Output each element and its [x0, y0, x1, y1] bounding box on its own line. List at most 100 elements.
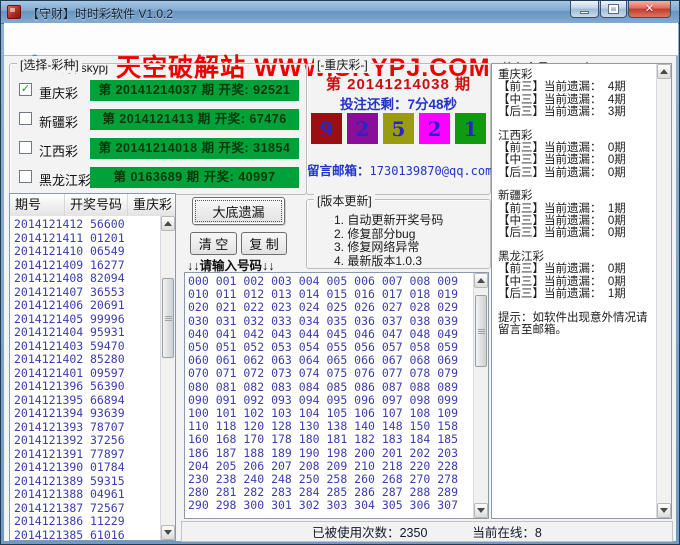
table-row[interactable]: 201412140495931: [10, 326, 160, 340]
number-scrollbar[interactable]: [473, 273, 488, 518]
table-row[interactable]: 201412140620691: [10, 299, 160, 313]
omission-line: 【中三】当前遗漏： 0期: [498, 215, 650, 227]
table-row[interactable]: 201412140599996: [10, 313, 160, 327]
cell-issue: 2014121395: [10, 394, 90, 408]
table-row[interactable]: 201412140285280: [10, 353, 160, 367]
omission-panel[interactable]: 重庆彩【前三】当前遗漏： 4期【中三】当前遗漏： 4期【后三】当前遗漏： 3期江…: [491, 63, 672, 519]
table-row[interactable]: 201412139237256: [10, 434, 160, 448]
draw-countdown: 投注还剩：7分48秒: [307, 93, 490, 113]
table-row[interactable]: 201412140109597: [10, 367, 160, 381]
cell-number: 66894: [90, 394, 125, 408]
number-scroll-down-button[interactable]: [474, 503, 488, 518]
omission-line: 【前三】当前遗漏： 0期: [498, 142, 650, 154]
omission-line: 【前三】当前遗漏： 4期: [498, 81, 650, 93]
table-row[interactable]: 201412139378707: [10, 421, 160, 435]
table-row[interactable]: 201412138804961: [10, 488, 160, 502]
omission-button[interactable]: 大底遗漏: [192, 197, 285, 225]
omission-line: 【后三】当前遗漏： 1期: [498, 288, 650, 300]
table-row[interactable]: 201412139001784: [10, 461, 160, 475]
lottery-select-group: [选择-彩种] ✓重庆彩第 20141214037 期 开奖: 92521新疆彩…: [9, 63, 307, 195]
omission-line: 【前三】当前遗漏： 1期: [498, 203, 650, 215]
lottery-label: 新疆彩: [39, 112, 78, 131]
cell-number: 78707: [90, 421, 125, 435]
table-row[interactable]: 201412141101201: [10, 232, 160, 246]
scroll-down-icon: [164, 530, 172, 535]
number-scroll-down-icon: [477, 508, 485, 513]
lottery-row: 新疆彩第 2014121413 期 开奖: 67476: [10, 109, 306, 131]
omission-line: 【后三】当前遗漏： 0期: [498, 227, 650, 239]
cell-issue: 2014121405: [10, 313, 90, 327]
email-value: 1730139870@qq.com: [370, 164, 493, 178]
table-row[interactable]: 201412141256600: [10, 218, 160, 232]
lottery-select-legend: [选择-彩种]: [17, 56, 82, 73]
cell-number: 37256: [90, 434, 125, 448]
copy-button[interactable]: 复 制: [241, 232, 287, 255]
omission-line: 【中三】当前遗漏： 0期: [498, 154, 650, 166]
header-lottery[interactable]: 重庆彩: [128, 194, 175, 216]
cell-issue: 2014121394: [10, 407, 90, 421]
table-row[interactable]: 201412138772567: [10, 502, 160, 516]
version-notes: 1. 自动更新开奖号码 2. 修复部分bug 3. 修复网络异常 4. 最新版本…: [334, 214, 443, 268]
draw-ball-5: 1: [455, 113, 486, 144]
table-row[interactable]: 201412140882094: [10, 272, 160, 286]
lottery-result-bar: 第 20141214037 期 开奖: 92521: [90, 80, 299, 101]
cell-issue: 2014121408: [10, 272, 90, 286]
cell-issue: 2014121389: [10, 475, 90, 489]
table-row[interactable]: 201412138611229: [10, 515, 160, 529]
table-row[interactable]: 201412138561016: [10, 529, 160, 541]
table-scrollbar[interactable]: [160, 216, 175, 540]
table-row[interactable]: 201412139493639: [10, 407, 160, 421]
lottery-result-bar: 第 20141214018 期 开奖: 31854: [90, 138, 299, 159]
lottery-checkbox-4[interactable]: [19, 170, 32, 183]
cell-issue: 2014121392: [10, 434, 90, 448]
draw-ball-4: 2: [419, 113, 450, 144]
table-row[interactable]: 201412141006549: [10, 245, 160, 259]
table-row[interactable]: 201412139177897: [10, 448, 160, 462]
cell-number: 01784: [90, 461, 125, 475]
header-issue[interactable]: 期号: [10, 194, 65, 216]
title-bar[interactable]: 【守财】时时彩软件 V1.0.2 ✕: [1, 1, 679, 24]
minimize-button[interactable]: [570, 1, 599, 18]
lottery-checkbox-1[interactable]: ✓: [19, 83, 32, 96]
scroll-down-button[interactable]: [161, 525, 175, 540]
cell-number: 11229: [90, 515, 125, 529]
table-row[interactable]: 201412140359470: [10, 340, 160, 354]
cell-issue: 2014121393: [10, 421, 90, 435]
omission-line: 【前三】当前遗漏： 0期: [498, 263, 650, 275]
table-row[interactable]: 201412138959315: [10, 475, 160, 489]
cell-number: 01201: [90, 232, 125, 246]
lottery-checkbox-3[interactable]: [19, 141, 32, 154]
table-row[interactable]: 201412139656390: [10, 380, 160, 394]
lottery-row: ✓重庆彩第 20141214037 期 开奖: 92521: [10, 80, 306, 102]
number-scroll-up-button[interactable]: [474, 273, 488, 288]
version-update-legend: [版本更新]: [314, 192, 375, 209]
header-number[interactable]: 开奖号码: [65, 194, 128, 216]
lottery-checkbox-2[interactable]: [19, 112, 32, 125]
thumb-grip-icon: [165, 316, 172, 321]
cell-number: 20691: [90, 299, 125, 313]
omission-group-title: 黑龙江彩: [498, 251, 650, 263]
table-row[interactable]: 201412140916277: [10, 259, 160, 273]
omission-line: 【后三】当前遗漏： 0期: [498, 167, 650, 179]
cell-number: 16277: [90, 259, 125, 273]
number-input-area[interactable]: 000 001 002 003 004 005 006 007 008 009 …: [184, 272, 489, 519]
omission-scrollbar[interactable]: [656, 64, 671, 518]
cell-issue: 2014121407: [10, 286, 90, 300]
omission-group: 江西彩【前三】当前遗漏： 0期【中三】当前遗漏： 0期【后三】当前遗漏： 0期: [498, 130, 650, 180]
omission-scroll-up-button[interactable]: [657, 64, 671, 79]
number-scroll-thumb[interactable]: [475, 295, 487, 367]
table-row[interactable]: 201412140736553: [10, 286, 160, 300]
omission-scroll-down-button[interactable]: [657, 503, 671, 518]
omission-group: 重庆彩【前三】当前遗漏： 4期【中三】当前遗漏： 4期【后三】当前遗漏： 3期: [498, 69, 650, 119]
cell-issue: 2014121402: [10, 353, 90, 367]
cell-issue: 2014121387: [10, 502, 90, 516]
close-button[interactable]: ✕: [628, 1, 671, 18]
scroll-up-button[interactable]: [161, 216, 175, 231]
maximize-button[interactable]: [600, 1, 627, 18]
table-row[interactable]: 201412139566894: [10, 394, 160, 408]
omission-group: 新疆彩【前三】当前遗漏： 1期【中三】当前遗漏： 0期【后三】当前遗漏： 0期: [498, 190, 650, 240]
scroll-thumb[interactable]: [162, 278, 174, 358]
cell-issue: 2014121388: [10, 488, 90, 502]
clear-button[interactable]: 清 空: [190, 232, 237, 255]
cell-number: 93639: [90, 407, 125, 421]
